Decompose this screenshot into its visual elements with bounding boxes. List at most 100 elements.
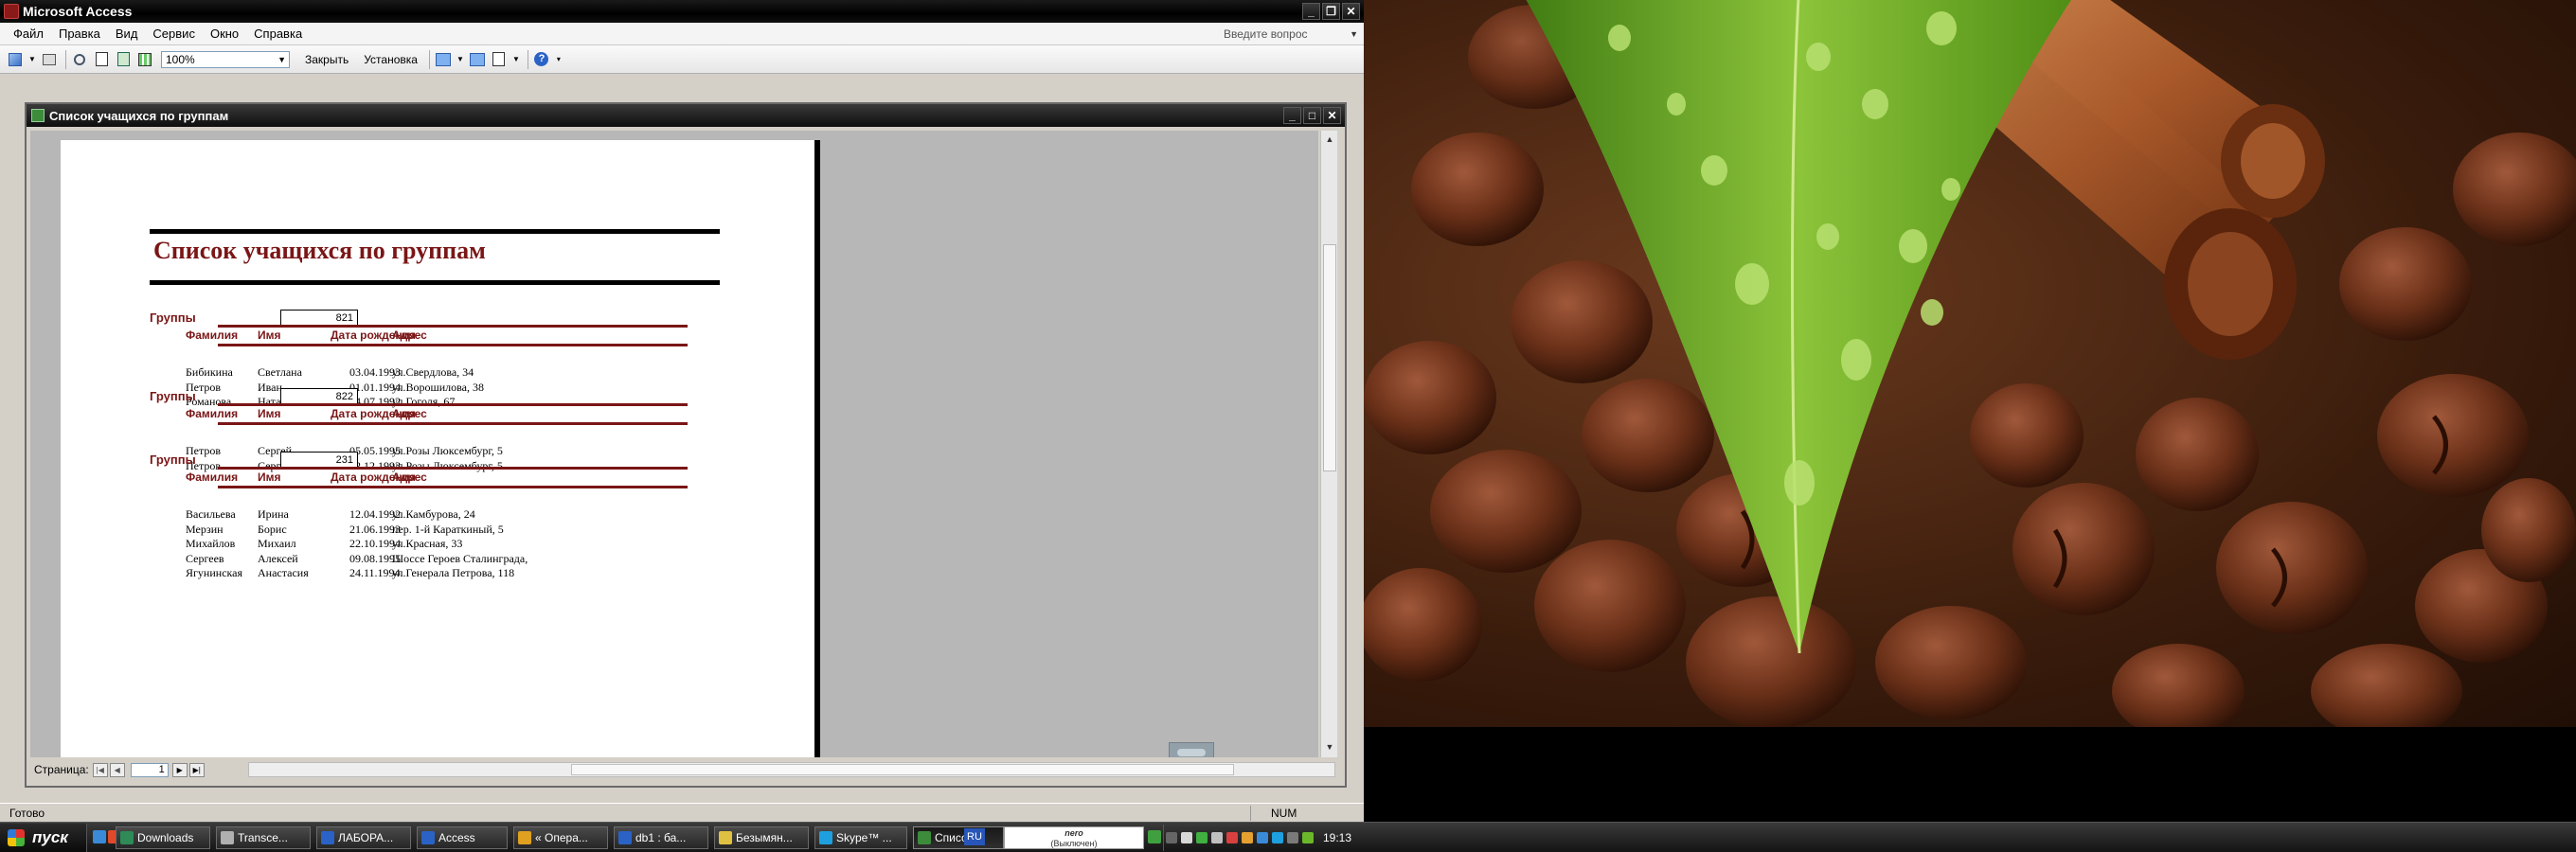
surname-cell: Васильева: [186, 507, 236, 521]
tray-antivirus-icon[interactable]: [1196, 832, 1208, 843]
zoom-button[interactable]: [70, 50, 89, 69]
stamp-icon: [1169, 742, 1214, 757]
close-preview-button[interactable]: Закрыть: [305, 53, 349, 66]
report-maximize-button[interactable]: □: [1303, 107, 1321, 124]
title-bar[interactable]: Microsoft Access _ ❐ ✕: [0, 0, 1364, 23]
multiple-pages-button[interactable]: [135, 50, 154, 69]
report-close-button[interactable]: ✕: [1323, 107, 1341, 124]
taskbar-button[interactable]: ЛАБОРА...: [316, 826, 411, 849]
title-rule-bottom: [150, 280, 720, 285]
toolbar-options-button[interactable]: ▾: [554, 50, 564, 69]
page-setup-button[interactable]: Установка: [364, 53, 418, 66]
taskbar-button[interactable]: Безымян...: [714, 826, 809, 849]
tray-gpu-icon[interactable]: [1302, 832, 1314, 843]
menu-tools[interactable]: Сервис: [152, 27, 195, 41]
view-dropdown[interactable]: ▼: [27, 50, 37, 69]
address-cell: ул.Свердлова, 34: [392, 365, 474, 379]
scroll-down-icon[interactable]: ▼: [1323, 740, 1336, 754]
first-page-button[interactable]: |◀: [92, 762, 108, 777]
help-button[interactable]: ?: [532, 50, 551, 69]
office-links-dropdown[interactable]: ▼: [456, 50, 465, 69]
vertical-scroll-thumb[interactable]: [1323, 244, 1336, 471]
surname-cell: Михайлов: [186, 537, 236, 551]
taskbar-button-label: ЛАБОРА...: [338, 831, 394, 844]
nero-widget[interactable]: nero (Выключен): [1004, 826, 1144, 849]
tray-volume-icon[interactable]: [1211, 832, 1223, 843]
address-cell: Шоссе Героев Сталинграда,: [392, 551, 528, 565]
clock[interactable]: 19:13: [1323, 825, 1351, 851]
report-title: Список учащихся по группам: [153, 237, 486, 264]
report-caption-buttons: _ □ ✕: [1283, 107, 1341, 124]
office-links-button[interactable]: [434, 50, 453, 69]
view-button[interactable]: [6, 50, 25, 69]
new-object-dropdown[interactable]: ▼: [511, 50, 521, 69]
tray-display-icon[interactable]: [1287, 832, 1298, 843]
taskbar-button[interactable]: Access: [417, 826, 508, 849]
prev-page-button[interactable]: ◀: [109, 762, 125, 777]
report-window-title-bar[interactable]: Список учащихся по группам _ □ ✕: [27, 104, 1345, 127]
status-cells: [1250, 806, 1360, 821]
address-cell: ул.Генерала Петрова, 118: [392, 566, 515, 580]
taskbar-button[interactable]: « Опера...: [513, 826, 608, 849]
scroll-up-icon[interactable]: ▲: [1323, 133, 1336, 146]
horizontal-scrollbar[interactable]: [248, 762, 1335, 777]
print-preview-toolbar: ▼ 100% ▼ Закрыть Установка ▼ ▼ ? ▾: [0, 45, 1364, 74]
database-window-button[interactable]: [468, 50, 487, 69]
office-links-icon: [435, 52, 451, 66]
tray-network-icon[interactable]: [1181, 832, 1192, 843]
toolbar-separator: [428, 49, 430, 69]
nero-status: (Выключен): [1050, 839, 1098, 848]
status-text: Готово: [9, 807, 45, 820]
next-page-button[interactable]: ▶: [171, 762, 188, 777]
help-icon: ?: [534, 52, 549, 66]
start-button[interactable]: пуск: [0, 824, 87, 852]
ask-question-box[interactable]: Введите вопрос ▼: [1220, 26, 1362, 43]
two-pages-button[interactable]: [114, 50, 133, 69]
menu-view[interactable]: Вид: [116, 27, 138, 41]
tray-update-icon[interactable]: [1257, 832, 1268, 843]
tray-firewall-icon[interactable]: [1226, 832, 1238, 843]
preview-area[interactable]: Список учащихся по группам Группы 821 Фами…: [30, 131, 1318, 757]
taskbar-button[interactable]: Downloads: [116, 826, 210, 849]
quicklaunch-desktop-icon[interactable]: [93, 830, 106, 843]
menu-edit[interactable]: Правка: [59, 27, 100, 41]
horizontal-scroll-thumb[interactable]: [571, 764, 1234, 775]
column-header-rule-bottom: [218, 486, 688, 488]
restore-button[interactable]: ❐: [1322, 3, 1340, 20]
caption-buttons: _ ❐ ✕: [1302, 3, 1360, 20]
taskbar-button[interactable]: Список ...: [913, 826, 1004, 849]
new-object-button[interactable]: [490, 50, 509, 69]
taskbar-button[interactable]: Skype™ ...: [814, 826, 907, 849]
zoom-select[interactable]: 100% ▼: [161, 50, 290, 68]
ask-dropdown-icon[interactable]: ▼: [1350, 26, 1358, 43]
one-page-button[interactable]: [92, 50, 111, 69]
system-tray: 19:13: [1163, 825, 1358, 851]
minimize-button[interactable]: _: [1302, 3, 1320, 20]
vertical-scrollbar[interactable]: ▲ ▼: [1320, 131, 1337, 757]
close-button[interactable]: ✕: [1342, 3, 1360, 20]
num-lock-indicator: NUM: [1271, 807, 1297, 820]
tray-chevron-icon[interactable]: [1166, 832, 1177, 843]
tray-skype-icon[interactable]: [1272, 832, 1283, 843]
column-header: Фамилия: [186, 407, 239, 420]
language-indicator[interactable]: RU: [964, 828, 985, 845]
last-page-button[interactable]: ▶|: [188, 762, 205, 777]
menu-window[interactable]: Окно: [210, 27, 239, 41]
taskbar-button[interactable]: Transce...: [216, 826, 311, 849]
menu-bar: Файл Правка Вид Сервис Окно Справка: [0, 23, 1364, 45]
menu-file[interactable]: Файл: [13, 27, 44, 41]
menu-help[interactable]: Справка: [254, 27, 302, 41]
title-rule-top: [150, 229, 720, 234]
surname-cell: Бибикина: [186, 365, 233, 379]
tray-flag-icon[interactable]: [1242, 832, 1253, 843]
column-header: Фамилия: [186, 470, 239, 484]
arrow-icon[interactable]: [1148, 830, 1161, 843]
column-header: Имя: [258, 470, 281, 484]
report-icon: [31, 109, 45, 122]
page-number-input[interactable]: 1: [130, 762, 169, 777]
print-button[interactable]: [40, 50, 59, 69]
taskbar-button-label: Access: [438, 831, 475, 844]
report-minimize-button[interactable]: _: [1283, 107, 1301, 124]
taskbar-app-icon: [321, 831, 334, 844]
taskbar-button[interactable]: db1 : ба...: [614, 826, 708, 849]
